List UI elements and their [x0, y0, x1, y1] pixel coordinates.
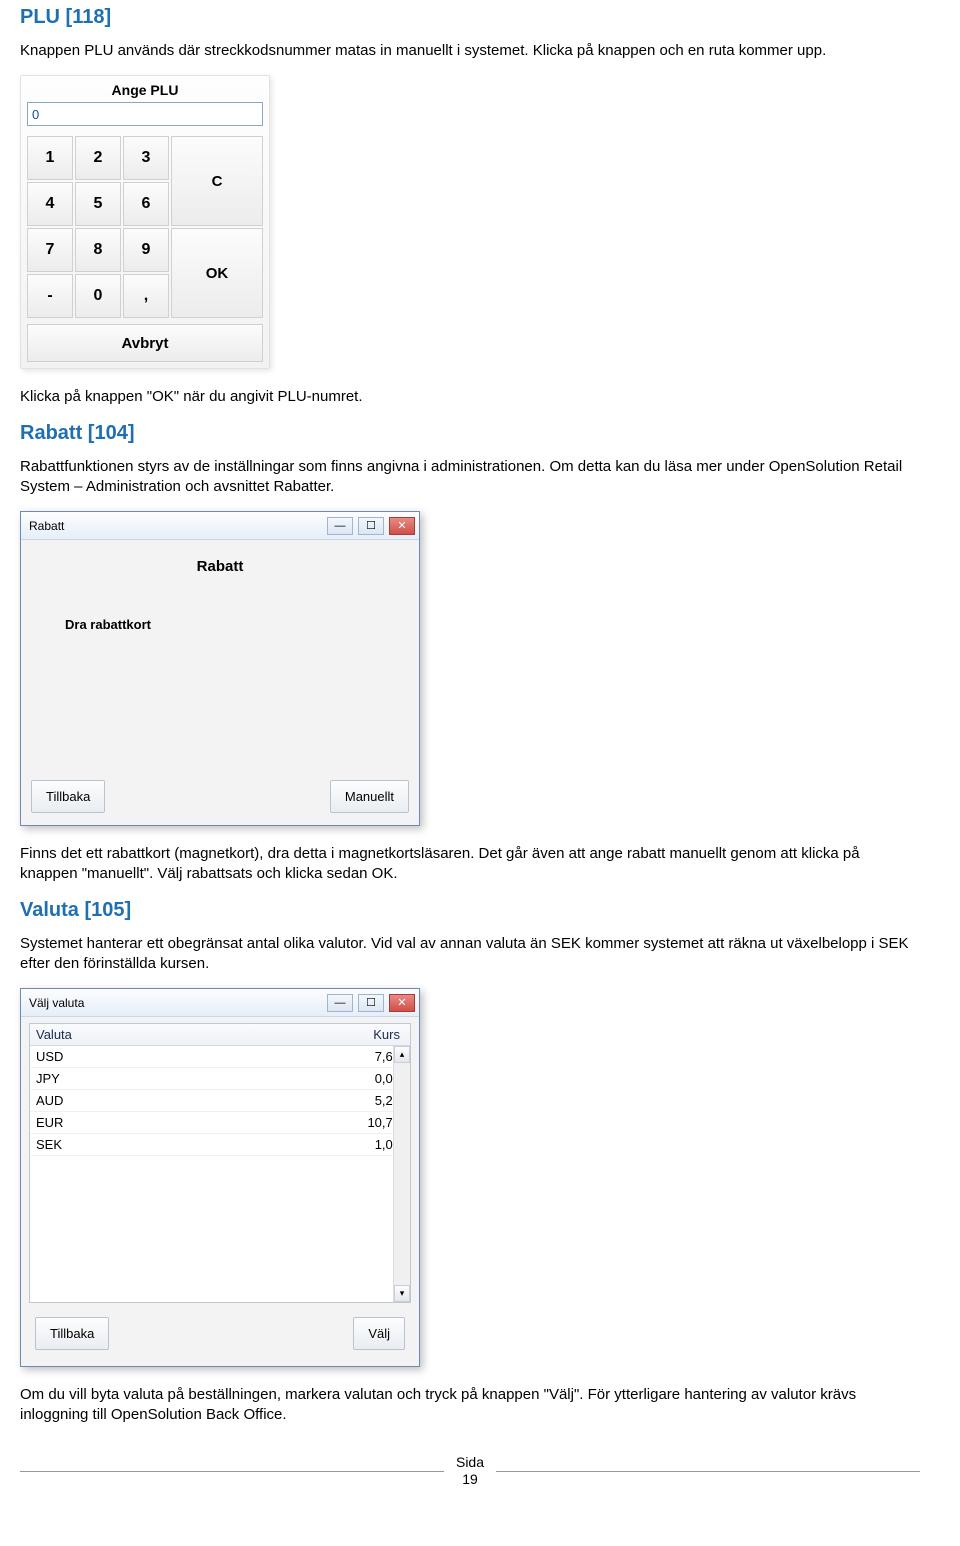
scroll-up-icon[interactable]: ▴ [394, 1046, 410, 1063]
keypad-9[interactable]: 9 [123, 228, 169, 272]
col-kurs[interactable]: Kurs [330, 1027, 400, 1042]
rabatt-instruction: Dra rabattkort [65, 617, 411, 632]
scroll-down-icon[interactable]: ▾ [394, 1285, 410, 1302]
cell-kurs: 1,00 [330, 1137, 400, 1152]
back-button[interactable]: Tillbaka [35, 1317, 109, 1350]
window-close-button[interactable]: ✕ [389, 994, 415, 1012]
paragraph: Rabattfunktionen styrs av de inställning… [20, 457, 920, 498]
cell-valuta: SEK [36, 1137, 330, 1152]
window-maximize-button[interactable]: ☐ [358, 517, 384, 535]
rabatt-dialog-heading: Rabatt [29, 558, 411, 575]
table-row[interactable]: AUD5,21 [30, 1090, 410, 1112]
paragraph: Om du vill byta valuta på beställningen,… [20, 1385, 920, 1426]
keypad-6[interactable]: 6 [123, 182, 169, 226]
keypad-5[interactable]: 5 [75, 182, 121, 226]
plu-input[interactable] [27, 102, 263, 126]
cell-kurs: 10,70 [330, 1115, 400, 1130]
scrollbar[interactable]: ▴ ▾ [393, 1046, 410, 1302]
cell-valuta: JPY [36, 1071, 330, 1086]
col-valuta[interactable]: Valuta [36, 1027, 330, 1042]
cell-valuta: AUD [36, 1093, 330, 1108]
window-titlebar: Rabatt — ☐ ✕ [21, 512, 419, 540]
cell-kurs: 0,09 [330, 1071, 400, 1086]
paragraph: Systemet hanterar ett obegränsat antal o… [20, 934, 920, 975]
window-minimize-button[interactable]: — [327, 517, 353, 535]
paragraph: Finns det ett rabattkort (magnetkort), d… [20, 844, 920, 885]
keypad-clear[interactable]: C [171, 136, 263, 226]
plu-panel-title: Ange PLU [21, 76, 269, 102]
heading-valuta: Valuta [105] [20, 899, 920, 922]
window-titlebar: Välj valuta — ☐ ✕ [21, 989, 419, 1017]
window-minimize-button[interactable]: — [327, 994, 353, 1012]
plu-keypad-panel: Ange PLU 1 2 3 C 4 5 6 7 8 9 OK - 0 , Av… [20, 75, 270, 369]
cell-kurs: 7,64 [330, 1049, 400, 1064]
window-title-text: Välj valuta [29, 996, 84, 1010]
manual-button[interactable]: Manuellt [330, 780, 409, 813]
window-close-button[interactable]: ✕ [389, 517, 415, 535]
cell-valuta: EUR [36, 1115, 330, 1130]
heading-plu: PLU [118] [20, 6, 920, 29]
currency-table: Valuta Kurs USD7,64JPY0,09AUD5,21EUR10,7… [29, 1023, 411, 1303]
keypad-8[interactable]: 8 [75, 228, 121, 272]
keypad-7[interactable]: 7 [27, 228, 73, 272]
back-button[interactable]: Tillbaka [31, 780, 105, 813]
cell-valuta: USD [36, 1049, 330, 1064]
keypad-3[interactable]: 3 [123, 136, 169, 180]
keypad-0[interactable]: 0 [75, 274, 121, 318]
paragraph: Knappen PLU används där streckkodsnummer… [20, 41, 920, 61]
keypad-4[interactable]: 4 [27, 182, 73, 226]
heading-rabatt: Rabatt [104] [20, 422, 920, 445]
cell-kurs: 5,21 [330, 1093, 400, 1108]
keypad-ok[interactable]: OK [171, 228, 263, 318]
paragraph: Klicka på knappen "OK" när du angivit PL… [20, 387, 920, 407]
keypad-cancel[interactable]: Avbryt [27, 324, 263, 362]
choose-button[interactable]: Välj [353, 1317, 405, 1350]
valuta-window: Välj valuta — ☐ ✕ Valuta Kurs USD7,64JPY… [20, 988, 420, 1367]
keypad-2[interactable]: 2 [75, 136, 121, 180]
window-title-text: Rabatt [29, 519, 64, 533]
keypad-1[interactable]: 1 [27, 136, 73, 180]
table-row[interactable]: USD7,64 [30, 1046, 410, 1068]
table-row[interactable]: SEK1,00 [30, 1134, 410, 1156]
table-header: Valuta Kurs [30, 1024, 410, 1046]
rabatt-window: Rabatt — ☐ ✕ Rabatt Dra rabattkort Tillb… [20, 511, 420, 826]
footer-rule [496, 1471, 920, 1472]
footer-label: Sida [456, 1454, 484, 1472]
keypad-minus[interactable]: - [27, 274, 73, 318]
keypad-comma[interactable]: , [123, 274, 169, 318]
window-maximize-button[interactable]: ☐ [358, 994, 384, 1012]
table-row[interactable]: JPY0,09 [30, 1068, 410, 1090]
page-footer: Sida 19 [20, 1454, 920, 1489]
table-row[interactable]: EUR10,70 [30, 1112, 410, 1134]
footer-page-number: 19 [456, 1471, 484, 1489]
footer-rule [20, 1471, 444, 1472]
